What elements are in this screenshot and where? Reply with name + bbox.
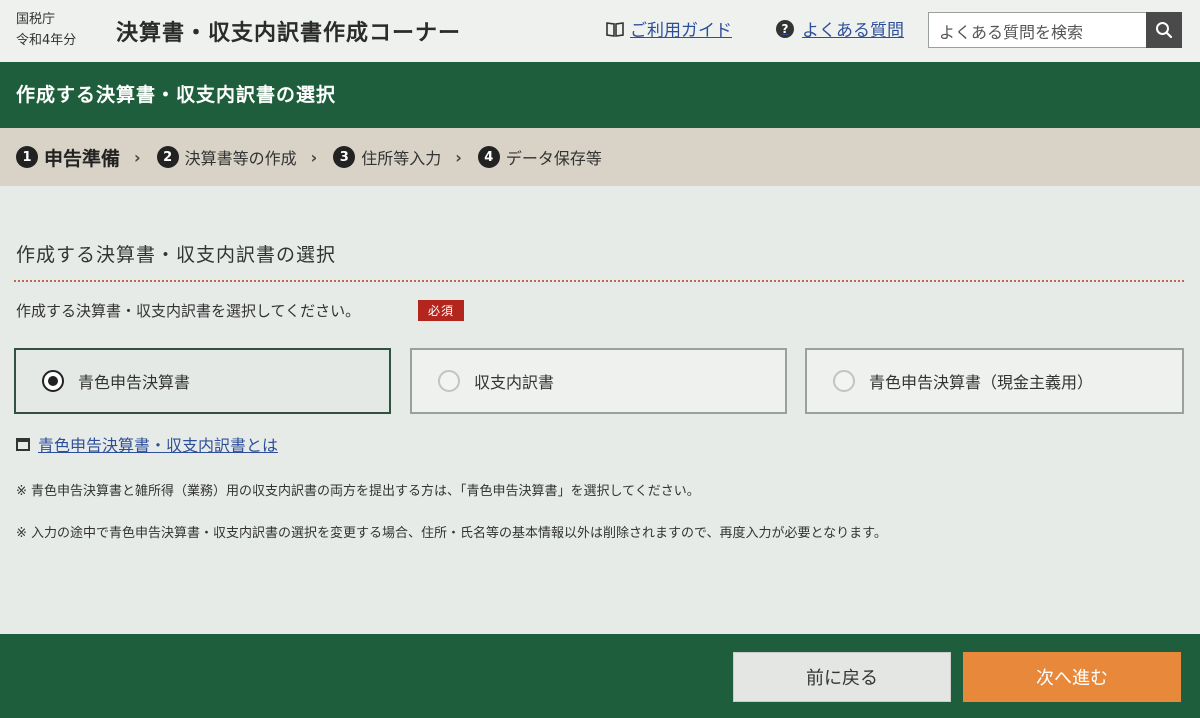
- footer-bar: 前に戻る 次へ進む: [0, 634, 1200, 718]
- guide-link-label: ご利用ガイド: [630, 21, 732, 41]
- step-4: 4 データ保存等: [477, 145, 602, 169]
- note-2: ※ 入力の途中で青色申告決算書・収支内訳書の選択を変更する場合、住所・氏名等の基…: [16, 526, 887, 541]
- about-link-label: 青色申告決算書・収支内訳書とは: [38, 436, 279, 455]
- step-number: 3: [333, 146, 356, 168]
- option-label: 収支内訳書: [474, 373, 555, 392]
- step-number: 4: [477, 146, 500, 168]
- next-button[interactable]: 次へ進む: [963, 652, 1181, 702]
- search-button[interactable]: [1146, 12, 1182, 48]
- agency-info: 国税庁 令和4年分: [16, 9, 76, 51]
- app-title: 決算書・収支内訳書作成コーナー: [116, 21, 462, 46]
- chevron-right-icon: ›: [134, 147, 141, 167]
- faq-link[interactable]: ? よくある質問: [776, 16, 904, 41]
- new-window-icon: [16, 437, 30, 451]
- step-2: 2 決算書等の作成: [156, 145, 297, 169]
- guide-link[interactable]: ご利用ガイド: [606, 16, 732, 41]
- about-statements-link[interactable]: 青色申告決算書・収支内訳書とは: [16, 432, 278, 456]
- step-number: 1: [16, 146, 38, 168]
- question-icon: ?: [776, 19, 794, 38]
- option-blue-return-cash-basis[interactable]: 青色申告決算書（現金主義用）: [805, 348, 1184, 414]
- chevron-right-icon: ›: [455, 147, 462, 167]
- step-label: 申告準備: [44, 147, 121, 170]
- tax-year: 令和4年分: [16, 33, 77, 48]
- chevron-right-icon: ›: [310, 147, 318, 167]
- book-icon: [606, 21, 624, 37]
- agency-name: 国税庁: [16, 12, 56, 27]
- note-1: ※ 青色申告決算書と雑所得（業務）用の収支内訳書の両方を提出する方は、「青色申告…: [16, 484, 700, 499]
- search-icon: [1156, 22, 1173, 39]
- option-blue-return[interactable]: 青色申告決算書: [14, 348, 391, 414]
- search-placeholder: よくある質問を検索: [939, 23, 1084, 42]
- top-header: 国税庁 令和4年分 決算書・収支内訳書作成コーナー ご利用ガイド ? よくある質…: [0, 0, 1200, 62]
- step-number: 2: [156, 146, 179, 168]
- step-3: 3 住所等入力: [333, 145, 441, 169]
- faq-search-input[interactable]: よくある質問を検索: [928, 12, 1148, 48]
- instruction-text: 作成する決算書・収支内訳書を選択してください。: [16, 302, 361, 320]
- option-label: 青色申告決算書: [78, 373, 191, 392]
- required-badge: 必須: [418, 300, 465, 321]
- option-income-statement[interactable]: 収支内訳書: [410, 348, 787, 414]
- step-label: データ保存等: [505, 149, 602, 168]
- page-title: 作成する決算書・収支内訳書の選択: [16, 84, 337, 106]
- step-label: 決算書等の作成: [184, 149, 297, 168]
- step-label: 住所等入力: [361, 149, 442, 168]
- radio-button-checked[interactable]: [42, 370, 64, 392]
- radio-button[interactable]: [833, 370, 855, 392]
- section-divider: [14, 280, 1184, 282]
- back-button[interactable]: 前に戻る: [733, 652, 951, 702]
- option-label: 青色申告決算書（現金主義用）: [869, 373, 1094, 392]
- page-title-band: 作成する決算書・収支内訳書の選択: [0, 62, 1200, 128]
- faq-link-label: よくある質問: [802, 21, 904, 41]
- step-1: 1 申告準備: [16, 144, 120, 171]
- progress-steps: 1 申告準備 › 2 決算書等の作成 › 3 住所等入力 › 4 データ保存等: [0, 128, 1200, 186]
- radio-button[interactable]: [438, 370, 460, 392]
- section-title: 作成する決算書・収支内訳書の選択: [16, 244, 337, 266]
